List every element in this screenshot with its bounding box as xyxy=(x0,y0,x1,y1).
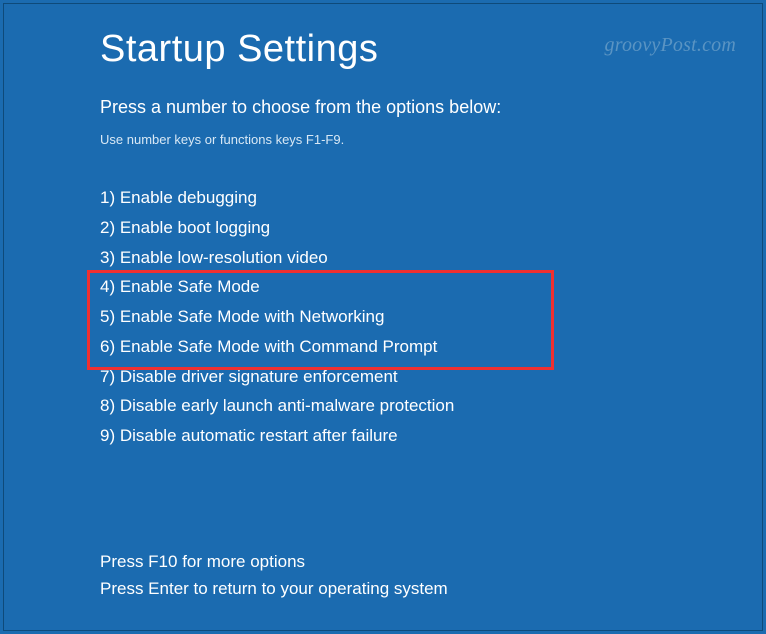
startup-options-list: 1) Enable debugging 2) Enable boot loggi… xyxy=(100,183,666,451)
option-disable-automatic-restart[interactable]: 9) Disable automatic restart after failu… xyxy=(100,421,666,451)
page-title: Startup Settings xyxy=(100,28,666,71)
option-disable-driver-signature-enforcement[interactable]: 7) Disable driver signature enforcement xyxy=(100,362,666,392)
footer-instructions: Press F10 for more options Press Enter t… xyxy=(100,549,448,602)
watermark-text: groovyPost.com xyxy=(605,34,736,57)
option-enable-safe-mode[interactable]: 4) Enable Safe Mode xyxy=(100,272,666,302)
option-enable-safe-mode-networking[interactable]: 5) Enable Safe Mode with Networking xyxy=(100,302,666,332)
option-disable-early-launch-antimalware[interactable]: 8) Disable early launch anti-malware pro… xyxy=(100,391,666,421)
footer-more-options: Press F10 for more options xyxy=(100,549,448,575)
footer-return: Press Enter to return to your operating … xyxy=(100,576,448,602)
option-enable-debugging[interactable]: 1) Enable debugging xyxy=(100,183,666,213)
option-enable-safe-mode-command-prompt[interactable]: 6) Enable Safe Mode with Command Prompt xyxy=(100,332,666,362)
option-enable-low-resolution-video[interactable]: 3) Enable low-resolution video xyxy=(100,243,666,273)
startup-settings-screen: Startup Settings Press a number to choos… xyxy=(0,0,766,451)
hint-text: Use number keys or functions keys F1-F9. xyxy=(100,132,666,147)
option-enable-boot-logging[interactable]: 2) Enable boot logging xyxy=(100,213,666,243)
instruction-text: Press a number to choose from the option… xyxy=(100,97,666,118)
